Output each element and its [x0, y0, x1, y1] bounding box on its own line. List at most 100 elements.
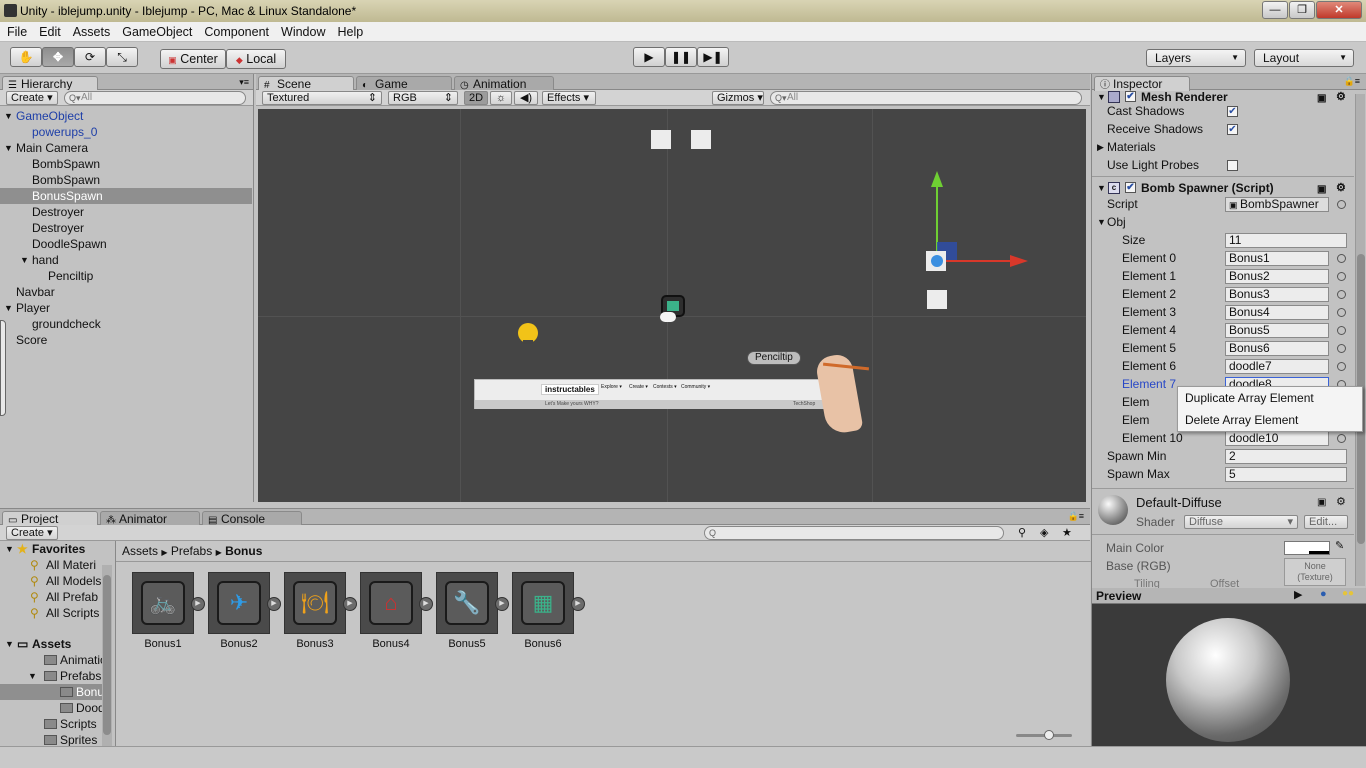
array-element-field[interactable]: Bonus3 [1225, 287, 1329, 302]
object-picker-icon[interactable] [1337, 344, 1346, 353]
menu-window[interactable]: Window [274, 22, 330, 40]
tree-scrollbar[interactable] [102, 565, 112, 747]
scene-viewport[interactable]: instructables Explore ▾ Create ▾ Contest… [258, 109, 1086, 502]
icon-size-slider[interactable] [1016, 730, 1072, 740]
asset-tile[interactable]: ⌂ ▶ [360, 572, 433, 634]
minimize-button[interactable]: — [1262, 1, 1288, 19]
hierarchy-item[interactable]: BonusSpawn [0, 188, 252, 204]
favorite-item[interactable]: ⚲ All Materi [0, 557, 112, 573]
tab-scene[interactable]: # Scene [258, 76, 354, 91]
pivot-center-button[interactable]: ▣ Center [160, 49, 226, 69]
fold-open-icon[interactable]: ▼ [20, 252, 29, 268]
eyedropper-icon[interactable]: ✎ [1335, 539, 1344, 552]
folder-item[interactable]: Doodle [0, 700, 112, 716]
side-handle[interactable] [0, 320, 6, 416]
array-element-field[interactable]: Bonus4 [1225, 305, 1329, 320]
preview-shape-icon[interactable]: ● [1320, 588, 1327, 600]
penciltip-label[interactable]: Penciltip [747, 351, 801, 365]
object-picker-icon[interactable] [1337, 308, 1346, 317]
spawn-square[interactable] [927, 290, 947, 309]
toggle-2d-button[interactable]: 2D [464, 91, 488, 105]
asset-tile[interactable]: 🍽 ▶ [284, 572, 357, 634]
inspector-scrollbar[interactable] [1355, 94, 1365, 586]
layers-dropdown[interactable]: Layers ▼ [1146, 49, 1246, 67]
preview-light-icon[interactable]: ●● [1342, 588, 1354, 599]
fold-open-icon[interactable]: ▼ [28, 668, 37, 684]
filter-type-icon[interactable]: ⚲ [1018, 526, 1026, 539]
favorite-item[interactable]: ⚲ All Models [0, 573, 112, 589]
hierarchy-item[interactable]: Destroyer [0, 220, 252, 236]
tab-console[interactable]: ▤ Console [202, 511, 302, 526]
pause-button[interactable]: ❚❚ [665, 47, 697, 67]
spawn-max-field[interactable]: 5 [1225, 467, 1347, 482]
panel-menu-icon[interactable]: ▾≡ [239, 77, 249, 88]
spawn-min-field[interactable]: 2 [1225, 449, 1347, 464]
gear-icon[interactable]: ⚙ [1336, 495, 1346, 508]
object-picker-icon[interactable] [1337, 434, 1346, 443]
preview-sphere[interactable] [1166, 618, 1290, 742]
pivot-local-button[interactable]: ◆ Local [226, 49, 286, 69]
hierarchy-create-dropdown[interactable]: Create ▾ [6, 91, 58, 105]
hierarchy-item[interactable]: BombSpawn [0, 172, 252, 188]
hierarchy-item[interactable]: groundcheck [0, 316, 252, 332]
menu-edit[interactable]: Edit [32, 22, 66, 40]
hierarchy-item[interactable]: powerups_0 [0, 124, 252, 140]
shading-dropdown[interactable]: Textured ⇕ [262, 91, 382, 105]
lighting-toggle[interactable]: ☼ [490, 91, 512, 105]
array-element-field[interactable]: Bonus5 [1225, 323, 1329, 338]
array-element-field[interactable]: Bonus2 [1225, 269, 1329, 284]
expand-arrow-icon[interactable]: ▶ [267, 597, 281, 611]
project-create-dropdown[interactable]: Create ▾ [6, 526, 58, 540]
array-element-field[interactable]: Bonus1 [1225, 251, 1329, 266]
expand-arrow-icon[interactable]: ▶ [571, 597, 585, 611]
expand-arrow-icon[interactable]: ▶ [495, 597, 509, 611]
rotate-tool-button[interactable]: ⟳ [74, 47, 106, 67]
tab-hierarchy[interactable]: ☰ Hierarchy [2, 76, 98, 91]
array-element-field[interactable]: doodle7 [1225, 359, 1329, 374]
asset-tile[interactable]: 🔧 ▶ [436, 572, 509, 634]
play-button[interactable]: ▶ [633, 47, 665, 67]
player-sprite[interactable] [515, 320, 541, 346]
tab-project[interactable]: ▭ Project [2, 511, 98, 526]
materials-row[interactable]: ▶ Materials [1092, 138, 1354, 156]
step-button[interactable]: ▶❚ [697, 47, 729, 67]
shader-dropdown[interactable]: Diffuse ▾ [1184, 515, 1298, 529]
gizmo-x-arrow-icon[interactable] [1010, 255, 1028, 267]
filter-label-icon[interactable]: ◈ [1040, 526, 1048, 539]
object-picker-icon[interactable] [1337, 362, 1346, 371]
gizmos-dropdown[interactable]: Gizmos ▾ [712, 91, 764, 105]
favorite-star-icon[interactable]: ★ [1062, 526, 1072, 539]
folder-item[interactable]: ▼ Prefabs [0, 668, 112, 684]
duplicate-array-element-item[interactable]: Duplicate Array Element [1185, 391, 1314, 405]
favorite-item[interactable]: ⚲ All Prefab [0, 589, 112, 605]
asset-tile[interactable]: 🚲 ▶ [132, 572, 205, 634]
hierarchy-item[interactable]: ▼ Main Camera [0, 140, 252, 156]
expand-arrow-icon[interactable]: ▶ [191, 597, 205, 611]
object-picker-icon[interactable] [1337, 326, 1346, 335]
navbar-sprite[interactable]: instructables Explore ▾ Create ▾ Contest… [474, 379, 834, 409]
delete-array-element-item[interactable]: Delete Array Element [1185, 413, 1298, 427]
fold-open-icon[interactable]: ▼ [4, 108, 13, 124]
bomb-spawner-enabled-checkbox[interactable]: ✔ [1125, 182, 1136, 193]
object-picker-icon[interactable] [1337, 200, 1346, 209]
folder-item[interactable]: Animation [0, 652, 112, 668]
cast-shadows-checkbox[interactable]: ✔ [1227, 106, 1238, 117]
menu-assets[interactable]: Assets [66, 22, 116, 40]
favorite-item[interactable]: ⚲ All Scripts [0, 605, 112, 621]
object-picker-icon[interactable] [1337, 254, 1346, 263]
fold-open-icon[interactable]: ▼ [4, 300, 13, 316]
expand-arrow-icon[interactable]: ▶ [419, 597, 433, 611]
hierarchy-item[interactable]: Navbar [0, 284, 252, 300]
gizmo-x-axis[interactable] [938, 260, 1010, 262]
script-field[interactable]: ▣ BombSpawner [1225, 197, 1329, 212]
scene-search-input[interactable]: Q▾ All [770, 91, 1082, 105]
hierarchy-item[interactable]: BombSpawn [0, 156, 252, 172]
menu-file[interactable]: File [0, 22, 32, 40]
object-picker-icon[interactable] [1337, 290, 1346, 299]
hierarchy-item[interactable]: ▼ hand [0, 252, 252, 268]
project-search-input[interactable]: Q [704, 526, 1004, 540]
obj-row[interactable]: ▼ Obj [1092, 213, 1354, 231]
maximize-button[interactable]: ❐ [1289, 1, 1315, 19]
shader-edit-button[interactable]: Edit... [1304, 515, 1348, 529]
mesh-renderer-enabled-checkbox[interactable]: ✔ [1125, 91, 1136, 102]
